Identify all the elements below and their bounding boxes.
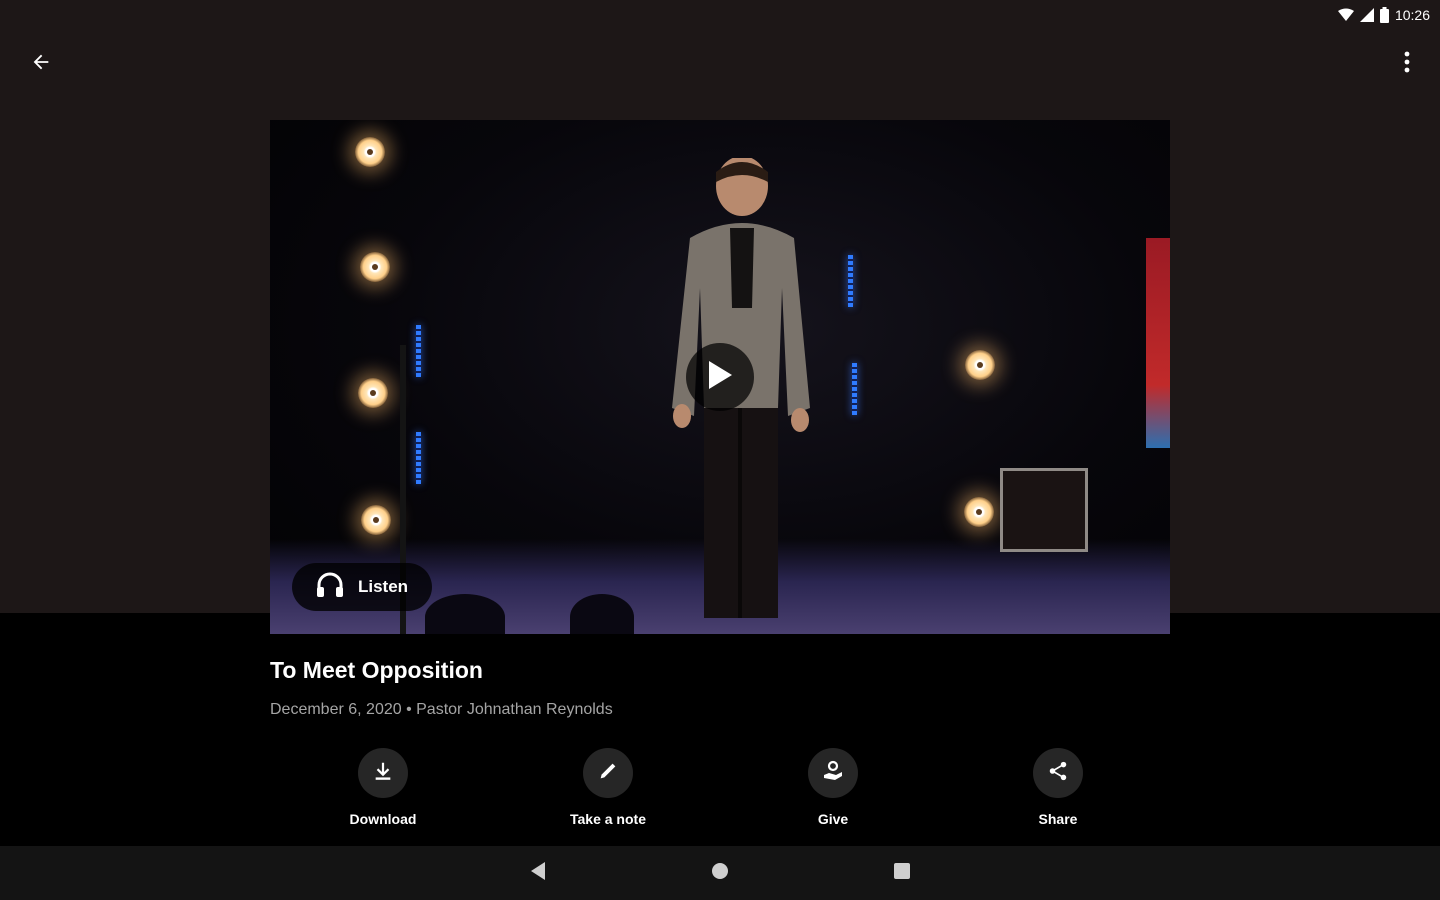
stage-light: [964, 497, 994, 527]
nav-recents-button[interactable]: [887, 858, 917, 888]
nav-recents-icon: [893, 862, 911, 885]
battery-icon: [1379, 7, 1389, 23]
pencil-icon: [597, 760, 619, 787]
play-button[interactable]: [686, 343, 754, 411]
take-a-note-button[interactable]: Take a note: [548, 748, 668, 827]
video-player[interactable]: Listen: [270, 120, 1170, 634]
stage-light: [355, 137, 385, 167]
share-label: Share: [1038, 811, 1078, 827]
stage-light: [965, 350, 995, 380]
listen-label: Listen: [358, 577, 409, 596]
system-nav-bar: [0, 846, 1440, 900]
sermon-title: To Meet Opposition: [270, 657, 483, 683]
stage-light-strip: [848, 255, 853, 307]
audience-silhouette: [570, 594, 634, 634]
nav-home-button[interactable]: [705, 858, 735, 888]
stage-light-strip: [416, 325, 421, 377]
listen-button[interactable]: Listen: [292, 563, 433, 611]
wifi-icon: [1337, 8, 1354, 22]
status-time: 10:26: [1394, 7, 1430, 23]
stage-banner: [1146, 238, 1170, 448]
arrow-left-icon: [30, 51, 52, 78]
stage-light-strip: [416, 432, 421, 484]
give-button[interactable]: Give: [773, 748, 893, 827]
back-button[interactable]: [22, 45, 60, 83]
download-label: Download: [349, 811, 417, 827]
share-button-circle: [1033, 748, 1083, 798]
share-button[interactable]: Share: [998, 748, 1118, 827]
take-a-note-label: Take a note: [570, 811, 646, 827]
stage-amplifier: [1000, 468, 1088, 552]
stage-light: [358, 378, 388, 408]
signal-icon: [1359, 8, 1374, 22]
download-button-circle: [358, 748, 408, 798]
more-options-button[interactable]: [1392, 45, 1422, 83]
stage-light: [361, 505, 391, 535]
headphones-icon: [316, 572, 344, 603]
action-row: Download Take a note Give Share: [270, 748, 1170, 838]
stage-light-strip: [852, 363, 857, 415]
status-bar: 10:26: [1337, 0, 1440, 30]
nav-back-button[interactable]: [523, 858, 553, 888]
sermon-meta: December 6, 2020 • Pastor Johnathan Reyn…: [270, 701, 613, 718]
give-button-circle: [808, 748, 858, 798]
audience-silhouette: [425, 594, 505, 634]
download-icon: [372, 760, 394, 787]
stage-light: [360, 252, 390, 282]
share-icon: [1047, 760, 1069, 787]
nav-back-icon: [529, 861, 547, 886]
give-icon: [821, 759, 845, 788]
take-a-note-button-circle: [583, 748, 633, 798]
play-icon: [707, 360, 733, 395]
download-button[interactable]: Download: [323, 748, 443, 827]
give-label: Give: [817, 811, 849, 827]
more-vert-icon: [1404, 51, 1410, 78]
nav-home-icon: [711, 862, 729, 885]
